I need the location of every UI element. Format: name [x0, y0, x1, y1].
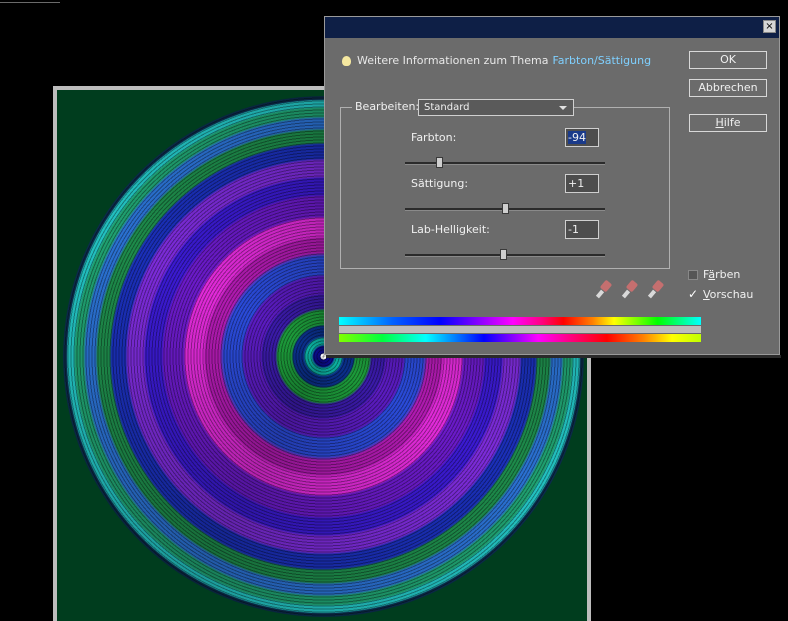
saturation-slider-thumb[interactable] [502, 203, 509, 214]
help-label: ilfe [723, 116, 741, 129]
eyedropper-icon[interactable] [595, 279, 613, 299]
lightness-input[interactable]: -1 [565, 220, 599, 239]
hue-label: Farbton: [411, 131, 457, 144]
hue-slider-track[interactable] [405, 157, 605, 168]
color-bar-divider [339, 326, 701, 333]
edit-select[interactable]: Standard [418, 99, 574, 116]
lightness-slider-track[interactable] [405, 249, 605, 260]
lightness-slider-thumb[interactable] [500, 249, 507, 260]
edit-label: Bearbeiten: [352, 100, 423, 113]
colorize-box[interactable] [688, 270, 698, 280]
output-color-bar [339, 334, 701, 342]
close-icon[interactable]: × [763, 20, 776, 33]
info-row: Weitere Informationen zum Thema Farbton/S… [342, 54, 651, 68]
dialog-shadow [326, 355, 781, 358]
info-text: Weitere Informationen zum Thema [357, 54, 549, 67]
dialog-titlebar[interactable]: × [325, 17, 779, 38]
hue-input[interactable]: -94 [565, 128, 599, 147]
menu-edge-line [0, 2, 60, 3]
input-color-bar [339, 317, 701, 325]
help-mnemonic: H [715, 116, 724, 129]
help-button[interactable]: Hilfe [689, 114, 767, 132]
preview-checkbox[interactable]: Vorschau [688, 287, 754, 301]
saturation-slider-track[interactable] [405, 203, 605, 214]
saturation-value: +1 [568, 177, 585, 190]
chevron-down-icon [559, 106, 567, 110]
help-topic-link[interactable]: Farbton/Sättigung [552, 54, 651, 67]
eyedropper-plus-icon[interactable] [621, 279, 639, 299]
hue-value: -94 [568, 131, 586, 144]
saturation-input[interactable]: +1 [565, 174, 599, 193]
saturation-label: Sättigung: [411, 177, 469, 190]
preview-mnemonic: V [703, 288, 710, 301]
ok-button[interactable]: OK [689, 51, 767, 69]
lightbulb-icon [342, 56, 351, 66]
cancel-button[interactable]: Abbrechen [689, 79, 767, 97]
edit-select-value: Standard [424, 102, 470, 113]
preview-box[interactable] [688, 287, 698, 301]
eyedropper-minus-icon[interactable] [647, 279, 665, 299]
colorize-checkbox[interactable]: Färben [688, 268, 740, 281]
hue-saturation-dialog: × Weitere Informationen zum Thema Farbton… [324, 16, 780, 355]
colorize-post: rben [715, 268, 741, 281]
lightness-value: -1 [568, 223, 579, 236]
hue-slider-thumb[interactable] [436, 157, 443, 168]
preview-post: orschau [709, 288, 754, 301]
lightness-label: Lab-Helligkeit: [411, 223, 490, 236]
edit-group-frame [340, 107, 670, 269]
